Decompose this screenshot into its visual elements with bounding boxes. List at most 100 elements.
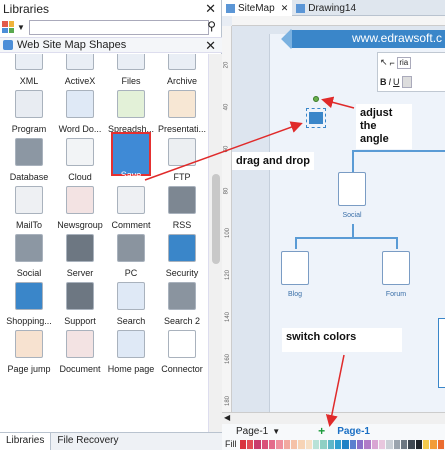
ruler-mark: 120 — [225, 269, 232, 281]
shape-page-jump[interactable]: Page jump — [4, 328, 54, 374]
library-scrollbar[interactable] — [208, 54, 222, 432]
fill-swatch[interactable] — [305, 439, 312, 449]
connector-tool-icon[interactable]: ⌐ — [390, 58, 395, 68]
partial-shape[interactable] — [438, 318, 445, 388]
fill-swatch[interactable] — [415, 439, 423, 449]
fill-swatch[interactable] — [246, 439, 254, 449]
search-icon — [117, 282, 145, 310]
shape-label: Newsgroup — [57, 220, 103, 230]
shape-label: Page jump — [7, 364, 51, 374]
shape-comment[interactable]: Comment — [106, 184, 156, 230]
close-category-icon[interactable]: ✕ — [205, 38, 216, 54]
tab-drawing14[interactable]: Drawing14 — [292, 0, 360, 16]
shape-save[interactable]: Save — [106, 132, 156, 182]
fill-swatch[interactable] — [268, 439, 276, 449]
fill-swatch[interactable] — [254, 439, 261, 449]
fill-swatch[interactable] — [408, 439, 415, 449]
fill-swatch[interactable] — [379, 439, 386, 449]
social-node[interactable]: Social — [336, 172, 368, 219]
drawing-canvas[interactable]: www.edrawsoft.c ↖ ⌐ ria B I U Social Blo… — [232, 26, 445, 412]
bold-button[interactable]: B — [380, 77, 387, 87]
shape-server[interactable]: Server — [55, 232, 105, 278]
dropped-save-shape[interactable] — [309, 112, 323, 124]
shape-shopping[interactable]: Shopping... — [4, 280, 54, 326]
fill-swatch[interactable] — [276, 439, 283, 449]
fill-swatch[interactable] — [430, 439, 437, 449]
activex-icon — [66, 54, 94, 70]
fill-swatch[interactable] — [423, 439, 430, 449]
shape-label: Cloud — [68, 172, 92, 182]
fill-swatch[interactable] — [283, 439, 290, 449]
scroll-left-icon[interactable]: ◀ — [224, 413, 230, 422]
forum-node[interactable]: Forum — [380, 251, 412, 298]
shape-pc[interactable]: PC — [106, 232, 156, 278]
tab-file-recovery[interactable]: File Recovery — [51, 433, 124, 450]
shape-spreadsheet[interactable]: Spreadsh... — [106, 88, 156, 134]
search-icon[interactable]: ⚲ — [207, 19, 216, 33]
shape-label: Database — [9, 172, 49, 182]
shape-search[interactable]: Search — [106, 280, 156, 326]
underline-button[interactable]: U — [393, 77, 400, 87]
fill-swatch[interactable] — [290, 439, 298, 449]
shape-security[interactable]: Security — [157, 232, 207, 278]
fill-swatch[interactable] — [261, 439, 268, 449]
fill-swatch[interactable] — [364, 439, 371, 449]
fill-swatch[interactable] — [349, 439, 356, 449]
close-icon[interactable]: ✕ — [205, 1, 216, 17]
font-color-button[interactable] — [401, 75, 412, 88]
fill-swatch[interactable] — [239, 439, 246, 449]
library-category-header[interactable]: Web Site Map Shapes ✕ — [0, 37, 222, 53]
database-icon — [15, 138, 43, 166]
chevron-down-icon[interactable]: ▼ — [17, 23, 25, 32]
fill-swatch[interactable] — [298, 439, 305, 449]
scrollbar-thumb[interactable] — [212, 174, 220, 264]
chevron-down-icon[interactable]: ▼ — [272, 427, 280, 436]
page-select[interactable]: Page-1 — [236, 426, 268, 437]
shape-word-doc[interactable]: Word Do... — [55, 88, 105, 134]
fill-swatch[interactable] — [386, 439, 393, 449]
shape-support[interactable]: Support — [55, 280, 105, 326]
shape-presentation[interactable]: Presentati... — [157, 88, 207, 134]
close-tab-icon[interactable]: ✕ — [281, 3, 289, 14]
shape-ftp[interactable]: FTP — [157, 136, 207, 182]
fill-swatch[interactable] — [357, 439, 364, 449]
shape-connector[interactable]: Connector — [157, 328, 207, 374]
page-jump-icon — [15, 330, 43, 358]
italic-button[interactable]: I — [389, 77, 392, 87]
shape-rss[interactable]: RSS — [157, 184, 207, 230]
pointer-tool-icon[interactable]: ↖ — [380, 57, 388, 68]
shape-social[interactable]: Social — [4, 232, 54, 278]
fill-swatch[interactable] — [342, 439, 349, 449]
tab-page-1[interactable]: Page-1 — [337, 426, 370, 437]
blog-node[interactable]: Blog — [279, 251, 311, 298]
fill-swatch[interactable] — [327, 439, 334, 449]
fill-swatch[interactable] — [393, 439, 401, 449]
fill-swatch[interactable] — [437, 439, 445, 449]
shape-database[interactable]: Database — [4, 136, 54, 182]
shape-activex[interactable]: ActiveX — [55, 54, 105, 86]
shape-home-page[interactable]: Home page — [106, 328, 156, 374]
tab-sitemap[interactable]: SiteMap ✕ — [222, 0, 293, 16]
shape-files[interactable]: Files — [106, 54, 156, 86]
shape-xml[interactable]: XML — [4, 54, 54, 86]
shape-cloud[interactable]: Cloud — [55, 136, 105, 182]
tab-libraries[interactable]: Libraries — [0, 433, 52, 450]
fill-swatch[interactable] — [334, 439, 342, 449]
shape-program[interactable]: Program — [4, 88, 54, 134]
shape-mailto[interactable]: MailTo — [4, 184, 54, 230]
fill-swatch[interactable] — [312, 439, 320, 449]
shape-document[interactable]: Document — [55, 328, 105, 374]
fill-swatch[interactable] — [401, 439, 408, 449]
rotation-handle[interactable] — [313, 96, 319, 102]
shape-search2[interactable]: Search 2 — [157, 280, 207, 326]
shape-archive[interactable]: Archive — [157, 54, 207, 86]
shape-label: Comment — [111, 220, 151, 230]
shape-newsgroup[interactable]: Newsgroup — [55, 184, 105, 230]
fill-swatch[interactable] — [320, 439, 327, 449]
font-name-box[interactable]: ria — [396, 56, 411, 69]
horizontal-scrollbar[interactable]: ◀ — [222, 412, 445, 424]
library-search-input[interactable] — [28, 19, 209, 35]
library-grid-icon[interactable] — [2, 21, 14, 33]
fill-swatch[interactable] — [371, 439, 379, 449]
add-page-icon[interactable]: + — [318, 424, 325, 438]
